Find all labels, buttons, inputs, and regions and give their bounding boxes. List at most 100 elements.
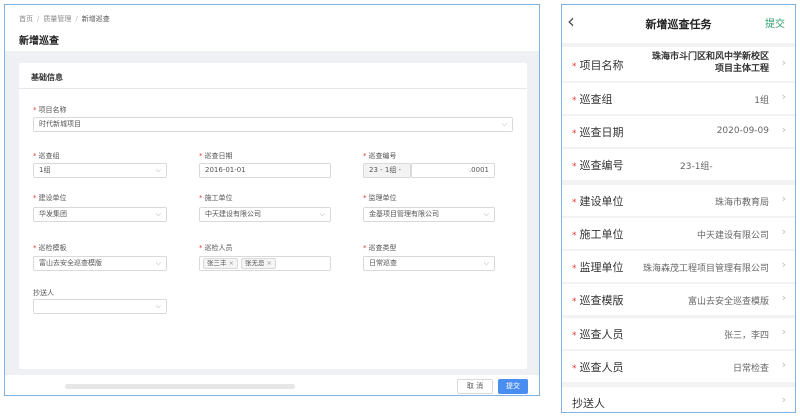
row-value: 2020-09-09 bbox=[716, 126, 769, 136]
chevron-right-icon: › bbox=[781, 291, 786, 304]
build-unit-select[interactable]: 华发集团 ⌵ bbox=[33, 207, 167, 222]
code-input[interactable]: .0001 bbox=[411, 163, 495, 178]
required-mark: * bbox=[199, 152, 203, 160]
row-label: 巡查模版 bbox=[579, 294, 624, 307]
row-label: 巡查组 bbox=[579, 93, 613, 106]
mobile-header: ‹ 新增巡查任务 提交 bbox=[562, 5, 795, 43]
project-label: * 项目名称 bbox=[33, 106, 67, 114]
section-title: 基础信息 bbox=[31, 73, 63, 82]
chevron-right-icon: › bbox=[781, 56, 786, 69]
inspectors-select[interactable]: 张三丰 × 张无忌 × bbox=[199, 256, 331, 271]
row-value: 珠海市斗门区和风中学新校区项目主体工程 bbox=[651, 52, 769, 74]
required-mark: * bbox=[363, 152, 367, 160]
template-label: * 巡检模板 bbox=[33, 244, 67, 252]
row-value: 中天建设有限公司 bbox=[696, 231, 769, 241]
row-value: 富山去安全巡查模版 bbox=[687, 297, 769, 307]
chevron-down-icon: ⌵ bbox=[319, 210, 325, 218]
breadcrumb-item-home[interactable]: 首页 bbox=[19, 15, 33, 23]
page-header: 首页 / 质量管理 / 新增巡查 新增巡查 bbox=[5, 5, 539, 51]
row-label: 巡查人员 bbox=[579, 361, 624, 374]
close-icon[interactable]: × bbox=[266, 259, 271, 267]
mobile-title: 新增巡查任务 bbox=[645, 18, 712, 31]
chevron-right-icon: › bbox=[781, 192, 786, 205]
breadcrumb-item-quality[interactable]: 质量管理 bbox=[43, 15, 71, 23]
mobile-row-type[interactable]: * 巡查人员 日常检查 › bbox=[562, 351, 795, 382]
chevron-down-icon: ⌵ bbox=[155, 302, 161, 310]
required-mark: * bbox=[572, 96, 577, 106]
row-value: 珠海市教育局 bbox=[714, 198, 769, 208]
form-footer: 取 消 提交 bbox=[5, 375, 539, 395]
mobile-row-supervise-unit[interactable]: * 监理单位 珠海森茂工程项目管理有限公司 › bbox=[562, 251, 795, 282]
row-label: 施工单位 bbox=[579, 228, 624, 241]
row-label: 建设单位 bbox=[579, 195, 624, 208]
chevron-right-icon: › bbox=[781, 358, 786, 371]
chevron-down-icon: ⌵ bbox=[155, 166, 161, 174]
form-card: 基础信息 * 项目名称 时代新城项目 ⌵ * 巡查组 1组 ⌵ * 巡查日期 2016-0… bbox=[19, 63, 527, 369]
breadcrumb-separator: / bbox=[75, 15, 78, 23]
mobile-row-construct-unit[interactable]: * 施工单位 中天建设有限公司 › bbox=[562, 218, 795, 249]
required-mark: * bbox=[572, 231, 577, 241]
template-select[interactable]: 富山去安全巡查模版 ⌵ bbox=[33, 256, 167, 271]
required-mark: * bbox=[33, 244, 37, 252]
inspector-tag: 张三丰 × bbox=[203, 258, 238, 269]
row-label: 巡查日期 bbox=[579, 126, 624, 139]
date-label: * 巡查日期 bbox=[199, 152, 233, 160]
chevron-right-icon: › bbox=[781, 258, 786, 271]
mobile-row-date[interactable]: * 巡查日期 2020-09-09 › bbox=[562, 116, 795, 147]
group-select[interactable]: 1组 ⌵ bbox=[33, 163, 167, 178]
required-mark: * bbox=[572, 331, 577, 341]
divider bbox=[19, 88, 527, 89]
chevron-down-icon: ⌵ bbox=[155, 210, 161, 218]
code-label: * 巡查编号 bbox=[363, 152, 397, 160]
mobile-row-project[interactable]: * 项目名称 珠海市斗门区和风中学新校区项目主体工程 › bbox=[562, 47, 795, 81]
chevron-down-icon: ⌵ bbox=[155, 259, 161, 267]
row-label: 巡查编号 bbox=[579, 159, 624, 172]
breadcrumb-item-current: 新增巡查 bbox=[81, 15, 110, 23]
mobile-row-group[interactable]: * 巡查组 1组 › bbox=[562, 83, 795, 114]
mobile-row-cc[interactable]: 抄送人 › bbox=[562, 387, 795, 412]
mobile-row-build-unit[interactable]: * 建设单位 珠海市教育局 › bbox=[562, 185, 795, 216]
breadcrumb-separator: / bbox=[37, 15, 40, 23]
required-mark: * bbox=[572, 198, 577, 208]
close-icon[interactable]: × bbox=[229, 259, 234, 267]
required-mark: * bbox=[572, 264, 577, 274]
inspector-tag: 张无忌 × bbox=[240, 258, 276, 269]
mobile-row-template[interactable]: * 巡查模版 富山去安全巡查模版 › bbox=[562, 284, 795, 315]
breadcrumb: 首页 / 质量管理 / 新增巡查 bbox=[19, 14, 110, 24]
required-mark: * bbox=[572, 162, 577, 172]
row-value: 日常检查 bbox=[732, 364, 769, 374]
required-mark: * bbox=[33, 194, 37, 202]
required-mark: * bbox=[363, 244, 367, 252]
row-value: 张三，李四 bbox=[723, 331, 769, 341]
mobile-row-inspectors[interactable]: * 巡查人员 张三，李四 › bbox=[562, 318, 795, 349]
type-label: * 巡查类型 bbox=[363, 244, 397, 252]
date-input[interactable]: 2016-01-01 bbox=[199, 163, 331, 178]
required-mark: * bbox=[199, 194, 203, 202]
supervise-unit-label: * 监理单位 bbox=[363, 194, 397, 202]
required-mark: * bbox=[33, 106, 37, 114]
mobile-row-code[interactable]: * 巡查编号 23-1组- bbox=[562, 149, 795, 180]
row-label: 抄送人 bbox=[572, 397, 605, 410]
cc-select[interactable]: ⌵ bbox=[33, 299, 167, 314]
required-mark: * bbox=[572, 364, 577, 374]
chevron-right-icon: › bbox=[781, 393, 786, 406]
inspectors-label: * 巡检人员 bbox=[199, 244, 233, 252]
type-select[interactable]: 日常巡查 ⌵ bbox=[363, 256, 495, 271]
scrollbar[interactable] bbox=[65, 384, 295, 389]
build-unit-label: * 建设单位 bbox=[33, 194, 67, 202]
construct-unit-select[interactable]: 中天建设有限公司 ⌵ bbox=[199, 207, 331, 222]
required-mark: * bbox=[572, 129, 577, 139]
chevron-down-icon: ⌵ bbox=[501, 120, 507, 128]
mobile-panel: ‹ 新增巡查任务 提交 * 项目名称 珠海市斗门区和风中学新校区项目主体工程 › … bbox=[561, 4, 796, 413]
submit-button[interactable]: 提交 bbox=[498, 379, 528, 394]
required-mark: * bbox=[363, 194, 367, 202]
cancel-button[interactable]: 取 消 bbox=[457, 379, 493, 394]
project-select[interactable]: 时代新城项目 ⌵ bbox=[33, 117, 513, 132]
row-value: 珠海森茂工程项目管理有限公司 bbox=[642, 264, 769, 274]
supervise-unit-select[interactable]: 金基项目管理有限公司 ⌵ bbox=[363, 207, 495, 222]
required-mark: * bbox=[572, 297, 577, 307]
row-value: 23-1组- bbox=[680, 162, 713, 172]
desktop-panel: 首页 / 质量管理 / 新增巡查 新增巡查 基础信息 * 项目名称 时代新城项目 ⌵ * 巡查… bbox=[4, 4, 540, 396]
mobile-submit-button[interactable]: 提交 bbox=[765, 15, 785, 30]
required-mark: * bbox=[33, 152, 37, 160]
